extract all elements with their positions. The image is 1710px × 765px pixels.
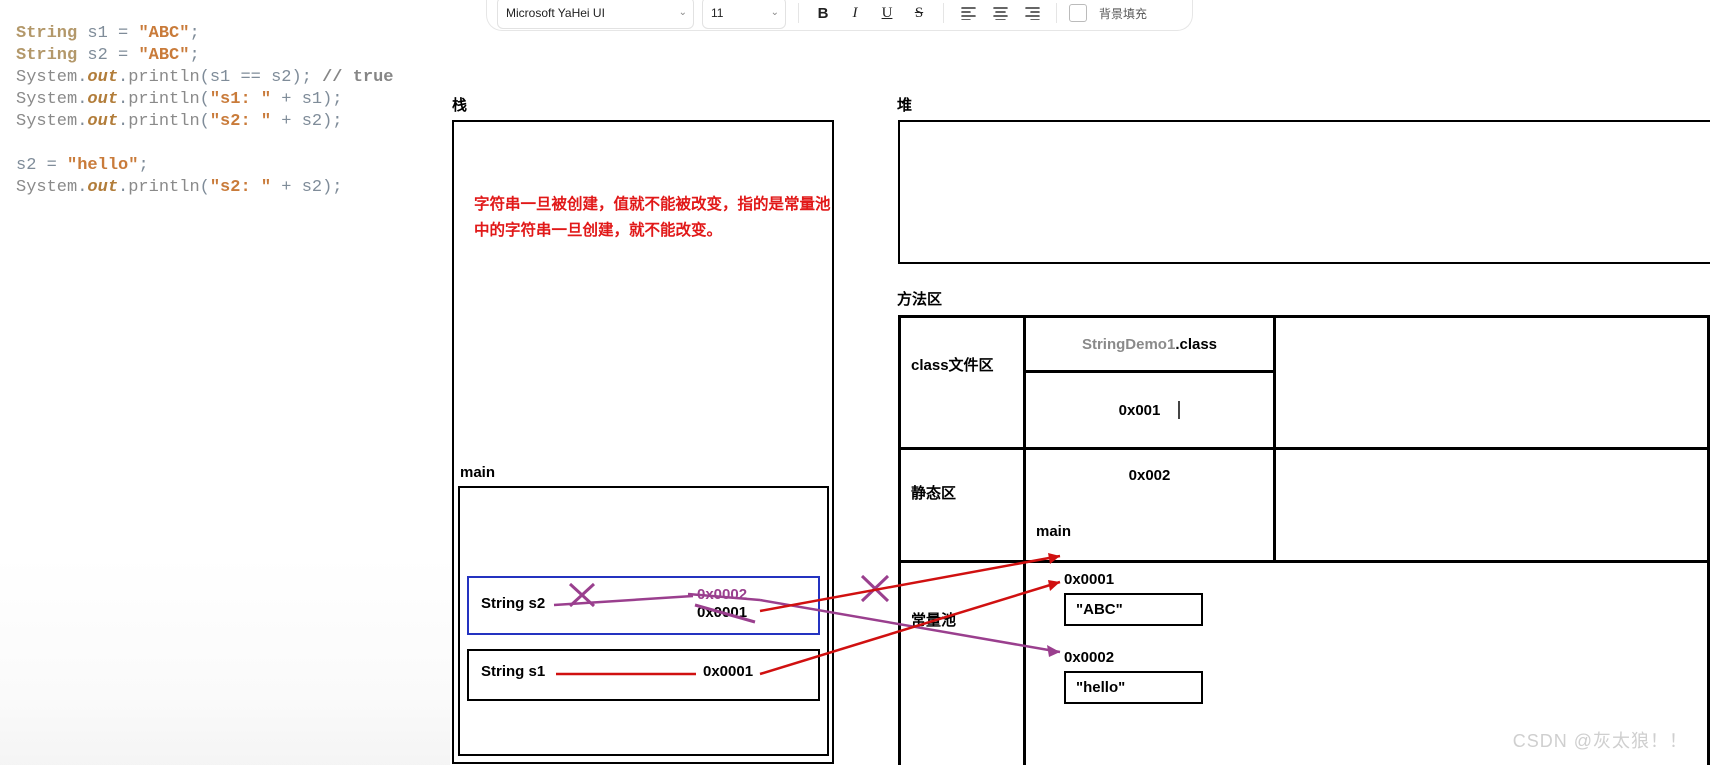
stack-label: 栈 (452, 94, 467, 115)
gradient-overlay (0, 555, 450, 765)
method-area-table: class文件区 StringDemo1.class 0x001 静态区 0x0… (898, 315, 1710, 765)
method-area-label: 方法区 (897, 288, 942, 309)
ma-pool-cell: 0x0001 "ABC" 0x0002 "hello" (1025, 562, 1709, 765)
stack-var-s1-label: String s1 (481, 663, 545, 680)
strikethrough-button[interactable]: S (907, 1, 931, 25)
pool-addr-2: 0x0002 (1064, 649, 1114, 666)
toolbar: Microsoft YaHei UI ⌄ 11 ⌄ B I U S 背景填充 (486, 0, 1193, 31)
ma-main-addr: 0x002 (1129, 467, 1171, 484)
ma-row2-empty (1275, 449, 1709, 562)
stack-var-s2-label: String s2 (481, 595, 545, 612)
pool-box-2: "hello" (1064, 671, 1203, 704)
font-size-value: 11 (711, 6, 723, 20)
pool-addr-1: 0x0001 (1064, 571, 1114, 588)
ma-class-area-cell: class文件区 (900, 317, 1025, 449)
align-center-button[interactable] (988, 1, 1012, 25)
font-family-value: Microsoft YaHei UI (506, 6, 605, 20)
stack-main-label: main (460, 464, 495, 481)
pool-box-1: "ABC" (1064, 593, 1203, 626)
font-family-select[interactable]: Microsoft YaHei UI ⌄ (497, 0, 694, 29)
ma-pool-label-cell: 常量池 (900, 562, 1025, 765)
stack-var-s2-addr-strike: 0x0002 (697, 586, 747, 603)
ma-main-label: main (1036, 523, 1071, 540)
code-block: String s1 = "ABC"; String s2 = "ABC"; Sy… (16, 23, 394, 199)
stack-var-s1-addr: 0x0001 (703, 663, 753, 680)
font-size-select[interactable]: 11 ⌄ (702, 0, 786, 29)
ma-static-area-cell: 静态区 (900, 449, 1025, 562)
ma-class-value-cell: StringDemo1.class 0x001 (1025, 317, 1275, 449)
chevron-down-icon: ⌄ (771, 7, 779, 18)
ma-static-value-cell: 0x002 main (1025, 449, 1275, 562)
bg-fill-checkbox[interactable] (1069, 4, 1087, 22)
underline-button[interactable]: U (875, 1, 899, 25)
align-right-button[interactable] (1020, 1, 1044, 25)
ma-row1-empty (1275, 317, 1709, 449)
bg-fill-label: 背景填充 (1099, 5, 1147, 22)
align-left-button[interactable] (956, 1, 980, 25)
heap-label: 堆 (897, 94, 912, 115)
chevron-down-icon: ⌄ (679, 7, 687, 18)
stack-note: 字符串一旦被创建，值就不能被改变，指的是常量池 中的字符串一旦创建，就不能改变。 (474, 192, 831, 244)
bold-button[interactable]: B (811, 1, 835, 25)
ma-class-addr: 0x001 (1119, 402, 1161, 419)
italic-button[interactable]: I (843, 1, 867, 25)
heap-box (898, 120, 1710, 264)
stack-var-s2-addr: 0x0001 (697, 604, 747, 621)
